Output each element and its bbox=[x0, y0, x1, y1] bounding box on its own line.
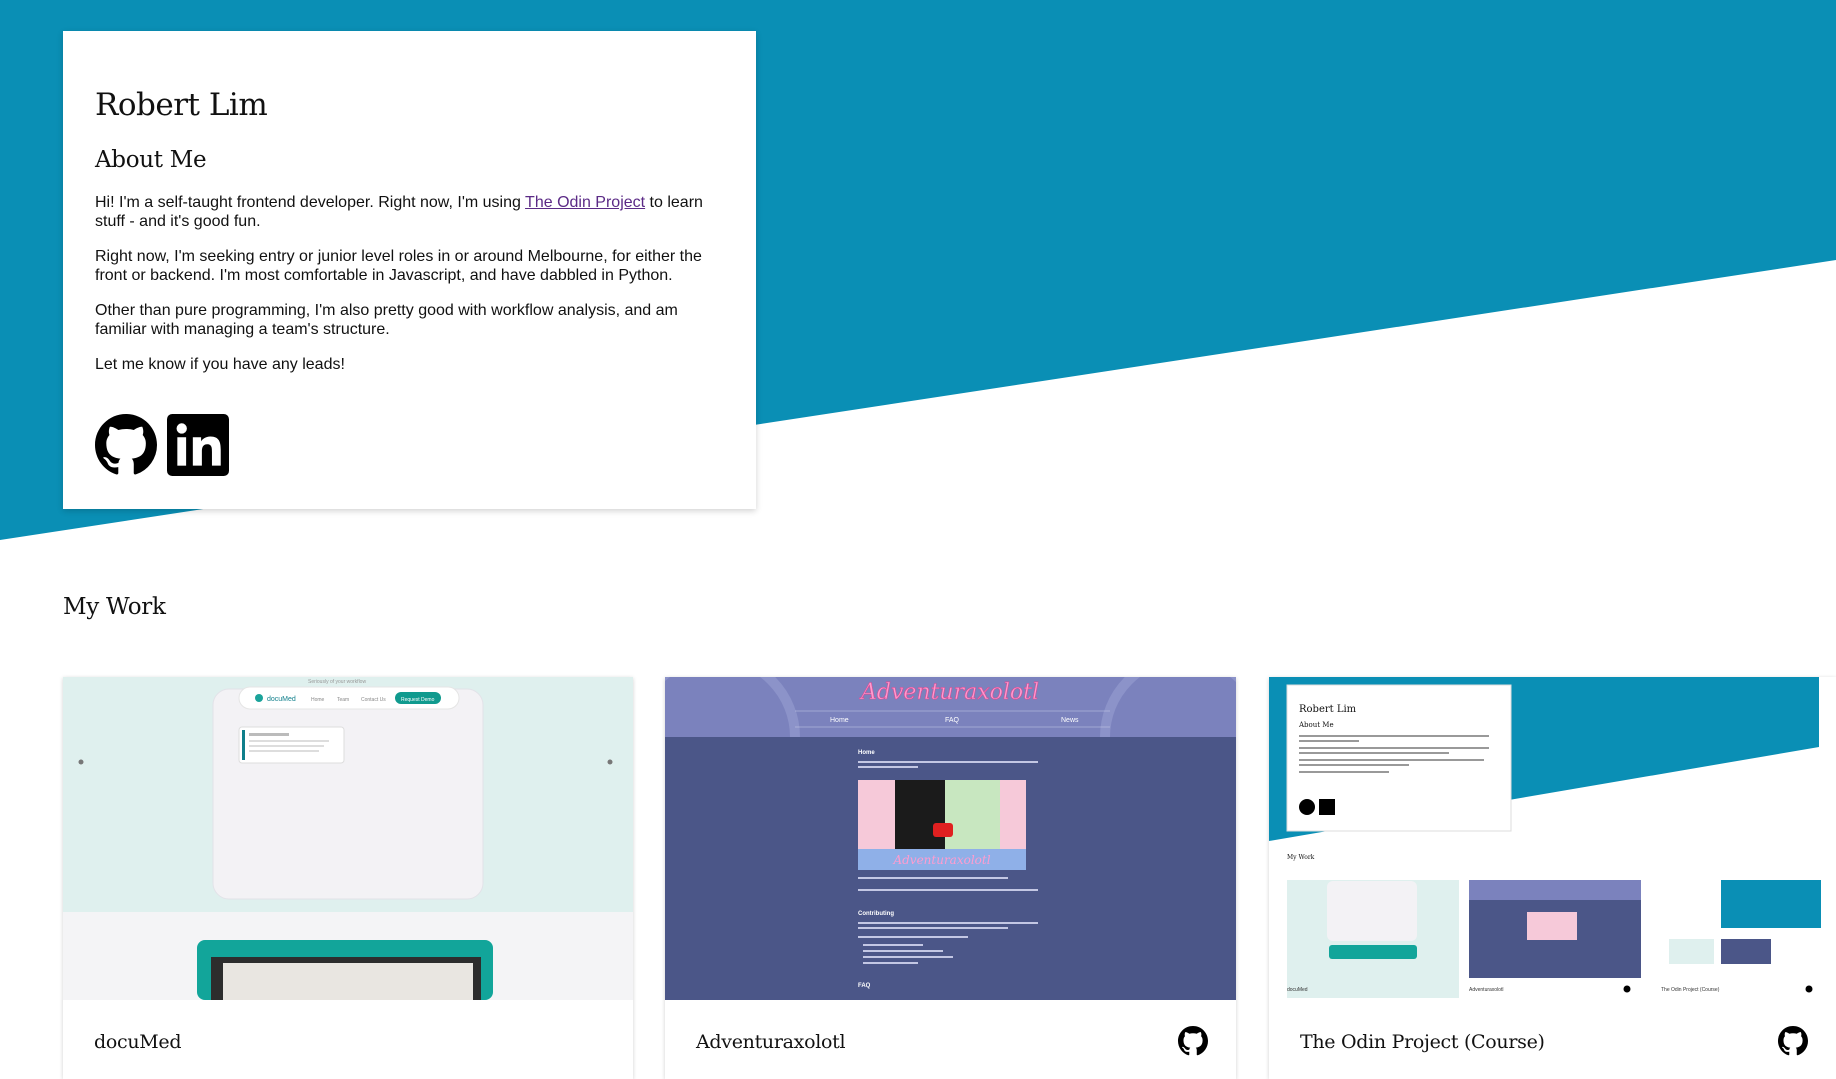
github-link[interactable] bbox=[95, 414, 157, 476]
adventuraxolotl-thumb-nav-news: News bbox=[1061, 717, 1079, 724]
github-icon bbox=[95, 414, 157, 475]
documed-thumb-nav-team: Team bbox=[337, 697, 349, 703]
my-work-heading: My Work bbox=[63, 594, 166, 620]
intro-text: Hi! I'm a self-taught frontend developer… bbox=[95, 194, 526, 211]
about-paragraph-seeking: Right now, I'm seeking entry or junior l… bbox=[95, 248, 702, 284]
svg-text:Adventuraxolotl: Adventuraxolotl bbox=[892, 853, 990, 867]
adventuraxolotl-thumb-section-faq: FAQ bbox=[858, 983, 871, 989]
documed-screenshot: docuMed Home Team Contact Us Request Dem… bbox=[63, 677, 633, 1000]
about-heading: About Me bbox=[95, 147, 207, 173]
adventuraxolotl-thumb-section-contributing: Contributing bbox=[858, 911, 894, 917]
about-paragraph-intro: Hi! I'm a self-taught frontend developer… bbox=[95, 193, 724, 231]
project-card-odin-project[interactable]: Robert Lim About Me My Work docuMed Adve… bbox=[1269, 677, 1836, 1079]
adventuraxolotl-thumb-nav-home: Home bbox=[830, 717, 849, 724]
about-paragraph-workflow: Other than pure programming, I'm also pr… bbox=[95, 302, 678, 338]
odin-project-card-footer: The Odin Project (Course) bbox=[1269, 1000, 1836, 1079]
odin-thumb-item-2: Adventuraxolotl bbox=[1469, 987, 1503, 993]
social-links bbox=[95, 414, 229, 476]
project-card-documed[interactable]: docuMed Home Team Contact Us Request Dem… bbox=[63, 677, 633, 1079]
odin-thumb-name: Robert Lim bbox=[1299, 704, 1357, 715]
documed-thumb-cta: Request Demo bbox=[401, 697, 435, 703]
adventuraxolotl-github-link[interactable] bbox=[1178, 1026, 1208, 1061]
odin-thumb-item-3: The Odin Project (Course) bbox=[1661, 987, 1720, 993]
odin-project-github-link[interactable] bbox=[1778, 1026, 1808, 1061]
odin-thumb-item-1: docuMed bbox=[1287, 987, 1308, 993]
documed-thumb-nav-contact: Contact Us bbox=[361, 697, 386, 703]
adventuraxolotl-card-footer: Adventuraxolotl bbox=[665, 1000, 1236, 1079]
linkedin-link[interactable] bbox=[167, 414, 229, 476]
adventuraxolotl-screenshot: Adventuraxolotl Home FAQ News Home Adven… bbox=[665, 677, 1236, 1000]
project-card-adventuraxolotl[interactable]: Adventuraxolotl Home FAQ News Home Adven… bbox=[665, 677, 1236, 1079]
odin-project-link[interactable]: The Odin Project bbox=[525, 194, 645, 211]
documed-thumb-logo: docuMed bbox=[267, 696, 296, 703]
adventuraxolotl-thumb-logo: Adventuraxolotl bbox=[859, 680, 1039, 705]
documed-thumb-tagline: Seriously of your workflow bbox=[308, 679, 366, 685]
adventuraxolotl-thumb-nav-faq: FAQ bbox=[945, 717, 960, 724]
github-icon bbox=[1178, 1026, 1208, 1056]
page-title: Robert Lim bbox=[95, 87, 268, 123]
linkedin-icon bbox=[167, 414, 229, 476]
project-title: Adventuraxolotl bbox=[696, 1031, 846, 1053]
documed-thumb-nav-home: Home bbox=[311, 697, 325, 703]
project-title: The Odin Project (Course) bbox=[1300, 1031, 1545, 1053]
adventuraxolotl-thumb-section-home: Home bbox=[858, 750, 875, 756]
github-icon bbox=[1778, 1026, 1808, 1056]
about-card: Robert Lim About Me Hi! I'm a self-taugh… bbox=[63, 31, 756, 509]
odin-thumb-heading: About Me bbox=[1298, 721, 1334, 729]
odin-thumb-work-title: My Work bbox=[1287, 854, 1315, 861]
project-title: docuMed bbox=[94, 1031, 182, 1053]
documed-card-footer: docuMed bbox=[63, 1000, 633, 1079]
odin-project-screenshot: Robert Lim About Me My Work docuMed Adve… bbox=[1269, 677, 1836, 1000]
about-paragraph-leads: Let me know if you have any leads! bbox=[95, 356, 345, 373]
